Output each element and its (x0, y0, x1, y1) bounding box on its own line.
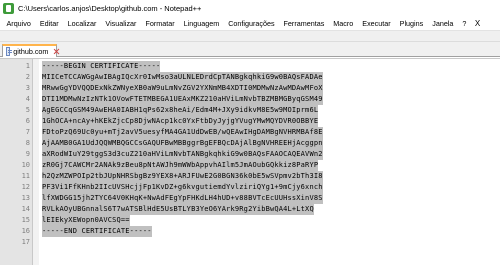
editor-line[interactable]: 17 (0, 237, 500, 248)
line-number: 7 (25, 128, 30, 136)
line-number: 2 (25, 73, 30, 81)
line-number: 5 (25, 106, 30, 114)
line-text: -----END CERTIFICATE----- (42, 226, 152, 237)
menu-arquivo[interactable]: Arquivo (2, 19, 35, 28)
close-document-button[interactable]: X (471, 19, 484, 28)
editor-line[interactable]: 3 MRwwGgYDVQQDExNkZWNyeXB0aW9uLmNvZGV2YXN… (0, 83, 500, 94)
line-number: 10 (21, 161, 30, 169)
editor-line[interactable]: 6 1GhOCA+ncAy+hKEkZjcCp8DjwNAcp1kc0YxFtbD… (0, 116, 500, 127)
line-text: 1GhOCA+ncAy+hKEkZjcCp8DjwNAcp1kc0YxFtbDy… (42, 116, 319, 127)
line-text: MRwwGgYDVQQDExNkZWNyeXB0aW9uLmNvZGV2YXNm… (42, 83, 323, 94)
line-number: 16 (21, 227, 30, 235)
menu-linguagem[interactable]: Linguagem (179, 19, 224, 28)
editor-line[interactable]: 16 -----END CERTIFICATE----- (0, 226, 500, 237)
toolbar (0, 30, 500, 42)
line-text: RVLkAOyUBGnnalS6T7wATSBlHdE5UsBTLYB3YeO6… (42, 204, 314, 215)
line-number: 13 (21, 194, 30, 202)
editor-line[interactable]: 5 AgEGCCqGSM49AwEHA0IABH1qPs62x8heAi/Edm4… (0, 105, 500, 116)
menu-localizar[interactable]: Localizar (63, 19, 101, 28)
menu-help[interactable]: ? (458, 19, 471, 28)
editor-line[interactable]: 9 aXRodWIuY29tggS3d3cuZ210aHViLmNvbTANBgk… (0, 149, 500, 160)
line-number: 1 (25, 62, 30, 70)
line-number: 14 (21, 205, 30, 213)
line-text: zR0Gj7CAWCMr2ANAk9zBeu8pNtAWJh9mWWbAppvh… (42, 160, 319, 171)
editor[interactable]: 1 -----BEGIN CERTIFICATE----- 2 MIICeTCCAW… (0, 58, 500, 265)
line-text: MIICeTCCAWGgAwIBAgIQcXr0IwMso3aULNLEDrdC… (42, 72, 323, 83)
line-number: 4 (25, 95, 30, 103)
line-text: FDtoPzQ69Uc0yu+mTj2avV5uesyfMA4GA1UdDwEB… (42, 127, 323, 138)
window-title: C:\Users\carlos.anjos\Desktop\github.com… (18, 3, 202, 13)
close-icon[interactable] (53, 48, 56, 55)
line-number: 8 (25, 139, 30, 147)
line-text: PF3Vi1FfKHnb2IIcUVSHcjjFp1KvDZ+g6kvgutie… (42, 182, 323, 193)
editor-line[interactable]: 14 RVLkAOyUBGnnalS6T7wATSBlHdE5UsBTLYB3Ye… (0, 204, 500, 215)
menu-bar: Arquivo Editar Localizar Visualizar Form… (0, 16, 500, 30)
title-bar: C:\Users\carlos.anjos\Desktop\github.com… (0, 0, 500, 16)
menu-macro[interactable]: Macro (329, 19, 358, 28)
line-text: h2QzMZWPOIp2tbJUpNHRSbgBz9YEX8+ARJFUwE2G… (42, 171, 323, 182)
line-number: 12 (21, 183, 30, 191)
line-number: 6 (25, 117, 30, 125)
menu-plugins[interactable]: Plugins (395, 19, 428, 28)
tab-label: github.com (13, 47, 49, 56)
line-number: 15 (21, 216, 30, 224)
line-text: AgEGCCqGSM49AwEHA0IABH1qPs62x8heAi/Edm4M… (42, 105, 319, 116)
menu-executar[interactable]: Executar (358, 19, 395, 28)
notepad-plus-plus-icon (3, 2, 14, 14)
line-number: 3 (25, 84, 30, 92)
file-icon (6, 47, 13, 56)
editor-lines: 1 -----BEGIN CERTIFICATE----- 2 MIICeTCCAW… (0, 61, 500, 248)
editor-line[interactable]: 11 h2QzMZWPOIp2tbJUpNHRSbgBz9YEX8+ARJFUwE… (0, 171, 500, 182)
line-text: AjAAMB0GA1UdJQQWMBQGCCsGAQUFBwMBBggrBgEF… (42, 138, 323, 149)
tab-github-com[interactable]: github.com (2, 44, 57, 57)
menu-janela[interactable]: Janela (428, 19, 458, 28)
editor-line[interactable]: 4 DTI1MDMwNzIzNTk1OVowFTETMBEGA1UEAxMKZ21… (0, 94, 500, 105)
editor-line[interactable]: 1 -----BEGIN CERTIFICATE----- (0, 61, 500, 72)
editor-line[interactable]: 10 zR0Gj7CAWCMr2ANAk9zBeu8pNtAWJh9mWWbApp… (0, 160, 500, 171)
line-text: aXRodWIuY29tggS3d3cuZ210aHViLmNvbTANBgkq… (42, 149, 323, 160)
editor-line[interactable]: 15 lEIEkyXEWopn0AVCSQ== (0, 215, 500, 226)
editor-line[interactable]: 12 PF3Vi1FfKHnb2IIcUVSHcjjFp1KvDZ+g6kvgut… (0, 182, 500, 193)
line-number: 9 (25, 150, 30, 158)
line-text: -----BEGIN CERTIFICATE----- (42, 61, 161, 72)
editor-line[interactable]: 13 lfXWDGG15jh2TYC64V0KHqK+NwAdFEgYpFHKdL… (0, 193, 500, 204)
menu-formatar[interactable]: Formatar (141, 19, 179, 28)
line-text: lEIEkyXEWopn0AVCSQ== (42, 215, 130, 226)
line-text: DTI1MDMwNzIzNTk1OVowFTETMBEGA1UEAxMKZ210… (42, 94, 323, 105)
editor-line[interactable]: 7 FDtoPzQ69Uc0yu+mTj2avV5uesyfMA4GA1UdDwE… (0, 127, 500, 138)
menu-editar[interactable]: Editar (35, 19, 63, 28)
menu-visualizar[interactable]: Visualizar (101, 19, 141, 28)
editor-line[interactable]: 8 AjAAMB0GA1UdJQQWMBQGCCsGAQUFBwMBBggrBgE… (0, 138, 500, 149)
editor-line[interactable]: 2 MIICeTCCAWGgAwIBAgIQcXr0IwMso3aULNLEDrd… (0, 72, 500, 83)
line-text: lfXWDGG15jh2TYC64V0KHqK+NwAdFEgYpFHKdLH4… (42, 193, 323, 204)
tab-strip: github.com (0, 42, 500, 57)
menu-configuracoes[interactable]: Configurações (224, 19, 279, 28)
line-number: 11 (21, 172, 30, 180)
line-number: 17 (21, 238, 30, 246)
menu-ferramentas[interactable]: Ferramentas (279, 19, 329, 28)
